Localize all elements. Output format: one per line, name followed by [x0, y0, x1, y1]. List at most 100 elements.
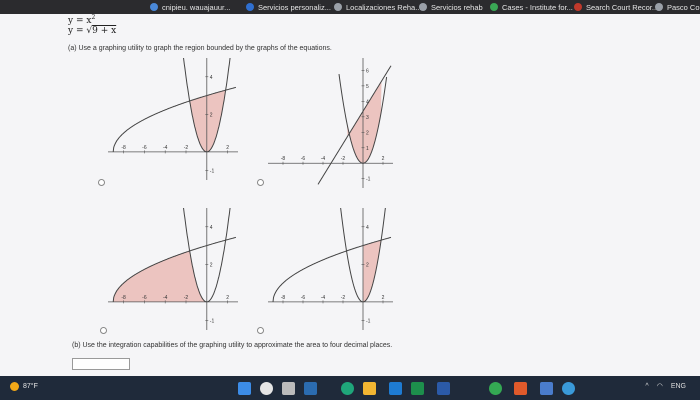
y-tick-label: 5 [366, 84, 369, 90]
shaded-region [113, 247, 207, 302]
y-tick-label: 4 [366, 225, 369, 231]
chevron-up-icon[interactable]: ^ [645, 383, 648, 390]
x-tick-label: -2 [341, 295, 346, 301]
bookmark-6[interactable]: Pasco Count [655, 0, 700, 14]
search-icon[interactable] [260, 382, 273, 395]
x-tick-label: 2 [382, 156, 385, 162]
y-tick-label: -1 [366, 177, 371, 183]
bookmark-icon [419, 3, 427, 11]
option-3-radio[interactable] [100, 327, 107, 334]
word-icon[interactable] [437, 382, 450, 395]
x-tick-label: 2 [382, 295, 385, 301]
x-tick-label: -4 [321, 295, 326, 301]
app2-icon[interactable] [514, 382, 527, 395]
bookmark-icon [655, 3, 663, 11]
y-tick-label: 2 [210, 262, 213, 268]
wifi-icon[interactable]: ◠ [657, 382, 663, 390]
bookmark-label: Localizaciones Reha... [346, 2, 422, 12]
x-tick-label: -6 [301, 156, 306, 162]
option-2-radio[interactable] [257, 179, 264, 186]
graph-option-1: -8 -6 -4 -2 2 4 2 -1 [108, 58, 238, 180]
chrome-icon[interactable] [489, 382, 502, 395]
y-tick-label: 1 [366, 146, 369, 152]
x-tick-label: -6 [142, 145, 147, 151]
graph-svg: -8 -6 -4 -2 2 4 2 -1 [268, 208, 393, 330]
language-indicator[interactable]: ENG [671, 383, 686, 390]
equation-2-radicand: 9 + x [92, 26, 117, 36]
bookmark-1[interactable]: Servicios personaliz... [246, 0, 331, 14]
area-answer-input[interactable] [72, 358, 130, 370]
x-tick-label: -6 [301, 295, 306, 301]
x-tick-label: -8 [281, 295, 286, 301]
bookmark-icon [150, 3, 158, 11]
bookmark-icon [246, 3, 254, 11]
y-tick-label: 6 [366, 68, 369, 74]
bookmark-label: Search Court Recor... [586, 2, 659, 12]
y-tick-label: 2 [366, 262, 369, 268]
equation-2: y = √9 + x [68, 26, 116, 36]
bookmark-3[interactable]: Servicios rehab [419, 0, 483, 14]
x-tick-label: 2 [226, 295, 229, 301]
store-icon[interactable] [389, 382, 402, 395]
part-b-instruction: (b) Use the integration capabilities of … [72, 342, 393, 349]
y-tick-label: 4 [366, 99, 369, 105]
shaded-region [347, 81, 382, 164]
bookmark-icon [334, 3, 342, 11]
bookmark-label: Cases - Institute for... [502, 2, 573, 12]
bookmarks-bar: cnipieu. wauajauur... Servicios personal… [0, 0, 700, 14]
equation-1-exponent: 2 [91, 14, 96, 21]
equation-1: y = x2 [68, 14, 95, 26]
files-icon[interactable] [282, 382, 295, 395]
app3-icon[interactable] [540, 382, 553, 395]
graph-svg: -8 -6 -4 -2 2 4 2 -1 [108, 58, 238, 180]
x-tick-label: -8 [121, 145, 126, 151]
weather-widget[interactable]: 87°F [10, 382, 38, 391]
x-tick-label: -4 [321, 156, 326, 162]
root-curve [317, 65, 392, 185]
graph-option-4: -8 -6 -4 -2 2 4 2 -1 [268, 208, 393, 330]
system-tray: ^ ◠ ENG [645, 382, 686, 391]
weather-temp: 87°F [23, 383, 38, 390]
edge-icon[interactable] [341, 382, 354, 395]
graph-svg: -8 -6 -4 -2 2 6 5 4 3 2 1 -1 [268, 58, 393, 188]
bookmark-label: Servicios personaliz... [258, 2, 331, 12]
x-tick-label: -2 [184, 295, 189, 301]
part-a-instruction: (a) Use a graphing utility to graph the … [68, 45, 332, 52]
bookmark-icon [574, 3, 582, 11]
excel-icon[interactable] [411, 382, 424, 395]
windows-icon[interactable] [238, 382, 251, 395]
x-tick-label: -4 [163, 145, 168, 151]
x-tick-label: -4 [163, 295, 168, 301]
bookmark-2[interactable]: Localizaciones Reha... [334, 0, 421, 14]
taskbar: 87°F ^ ◠ ENG [0, 376, 700, 400]
bookmark-0[interactable]: cnipieu. wauajauur... [150, 0, 230, 14]
x-tick-label: -2 [341, 156, 346, 162]
option-1-radio[interactable] [98, 179, 105, 186]
graph-svg: -8 -6 -4 -2 2 4 2 -1 [108, 208, 238, 330]
graph-option-3: -8 -6 -4 -2 2 4 2 -1 [108, 208, 238, 330]
y-tick-label: 3 [366, 115, 369, 121]
bookmark-icon [490, 3, 498, 11]
x-tick-label: -8 [281, 156, 286, 162]
browser-icon[interactable] [562, 382, 575, 395]
y-tick-label: 2 [366, 130, 369, 136]
y-tick-label: 4 [210, 225, 213, 231]
equation-1-lhs: y = x [68, 16, 92, 26]
bookmark-label: Pasco Count [667, 2, 700, 12]
bookmark-5[interactable]: Search Court Recor... [574, 0, 658, 14]
y-tick-label: -1 [210, 319, 215, 325]
problem-page: y = x2 y = √9 + x (a) Use a graphing uti… [0, 14, 700, 376]
bookmark-label: cnipieu. wauajauur... [162, 2, 231, 12]
bookmark-4[interactable]: Cases - Institute for... [490, 0, 573, 14]
folder-icon[interactable] [363, 382, 376, 395]
y-tick-label: 4 [210, 75, 213, 81]
x-tick-label: -6 [142, 295, 147, 301]
x-tick-label: 2 [226, 145, 229, 151]
graph-option-2: -8 -6 -4 -2 2 6 5 4 3 2 1 -1 [268, 58, 393, 188]
app-icon[interactable] [304, 382, 317, 395]
y-tick-label: 2 [210, 112, 213, 118]
y-tick-label: -1 [210, 169, 215, 175]
option-4-radio[interactable] [257, 327, 264, 334]
bookmark-label: Servicios rehab [431, 2, 483, 12]
sun-icon [10, 382, 19, 391]
